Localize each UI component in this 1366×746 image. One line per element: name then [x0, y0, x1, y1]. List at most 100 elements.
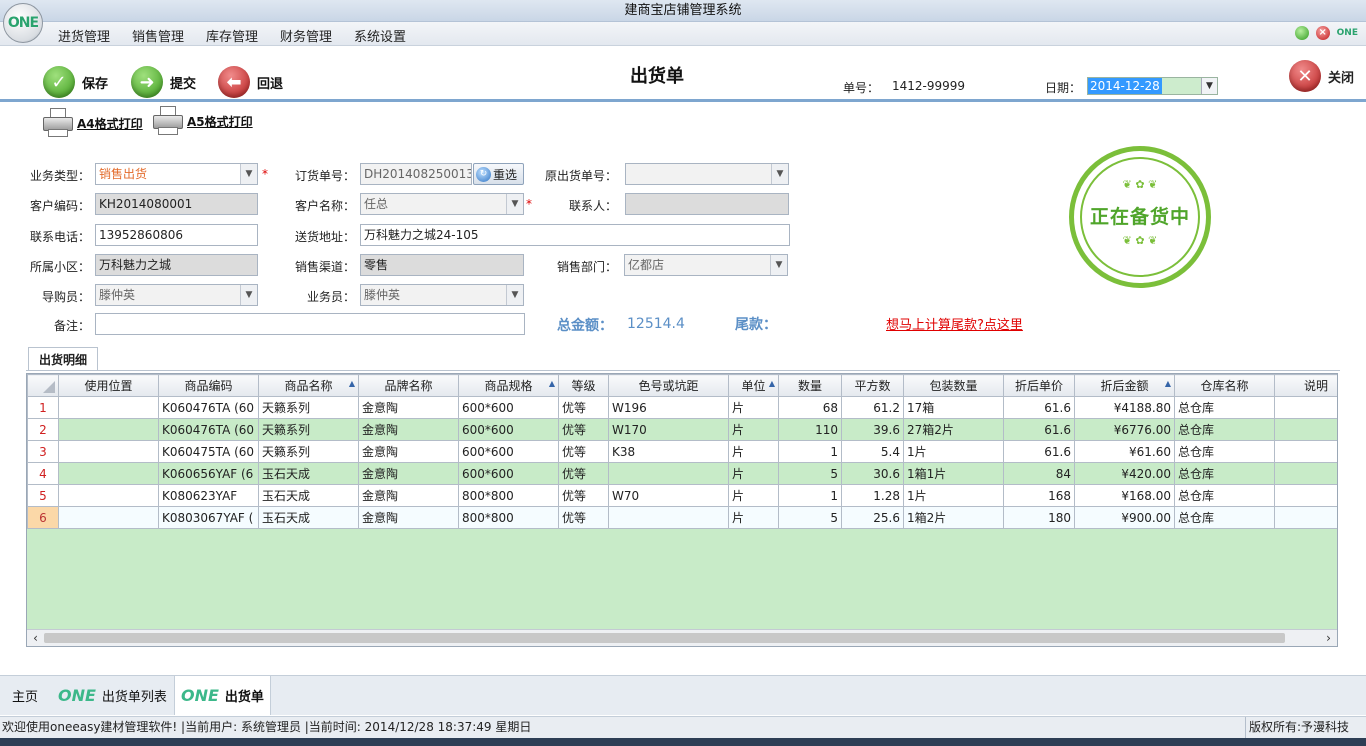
- phone-field[interactable]: 13952860806: [95, 224, 258, 246]
- tab-shipment-doc[interactable]: ONE 出货单: [174, 676, 271, 715]
- table-cell[interactable]: 5.4: [841, 440, 904, 463]
- table-cell[interactable]: 天籁系列: [258, 396, 359, 419]
- table-cell[interactable]: W170: [608, 418, 729, 441]
- table-cell[interactable]: 600*600: [458, 440, 559, 463]
- table-cell[interactable]: K38: [608, 440, 729, 463]
- column-header[interactable]: 等级: [558, 374, 609, 397]
- chevron-down-icon[interactable]: ▼: [240, 285, 257, 305]
- table-cell[interactable]: 600*600: [458, 396, 559, 419]
- table-cell[interactable]: W196: [608, 396, 729, 419]
- table-cell[interactable]: [58, 440, 159, 463]
- tab-shipment-list[interactable]: ONE 出货单列表: [58, 676, 167, 715]
- table-cell[interactable]: ¥168.00: [1074, 484, 1175, 507]
- print-a5-button[interactable]: A5格式打印: [152, 106, 253, 136]
- table-cell[interactable]: 68: [778, 396, 842, 419]
- scroll-left-icon[interactable]: ‹: [27, 630, 44, 646]
- table-cell[interactable]: [1274, 462, 1337, 485]
- table-cell[interactable]: [58, 396, 159, 419]
- table-cell[interactable]: [58, 484, 159, 507]
- table-cell[interactable]: W70: [608, 484, 729, 507]
- table-cell[interactable]: 110: [778, 418, 842, 441]
- table-cell[interactable]: 优等: [558, 484, 609, 507]
- table-cell[interactable]: 1箱2片: [903, 506, 1004, 529]
- table-cell[interactable]: 玉石天成: [258, 484, 359, 507]
- table-cell[interactable]: 优等: [558, 462, 609, 485]
- table-cell[interactable]: [608, 506, 729, 529]
- table-cell[interactable]: 天籁系列: [258, 440, 359, 463]
- table-cell[interactable]: 600*600: [458, 418, 559, 441]
- column-header[interactable]: 数量: [778, 374, 842, 397]
- table-cell[interactable]: [1274, 440, 1337, 463]
- contact-field[interactable]: [625, 193, 789, 215]
- table-cell[interactable]: 优等: [558, 418, 609, 441]
- table-cell[interactable]: [1274, 506, 1337, 529]
- table-cell[interactable]: 金意陶: [358, 440, 459, 463]
- table-row[interactable]: 1 K060476TA (60 天籁系列 金意陶 600*600 优等 W196 片 68 61.…: [27, 396, 1337, 419]
- column-header[interactable]: 仓库名称: [1174, 374, 1275, 397]
- chevron-down-icon[interactable]: ▼: [770, 255, 787, 275]
- chevron-down-icon[interactable]: ▼: [1201, 78, 1217, 94]
- channel-field[interactable]: 零售: [360, 254, 524, 276]
- table-cell[interactable]: ¥4188.80: [1074, 396, 1175, 419]
- table-cell[interactable]: 5: [778, 506, 842, 529]
- guide-select[interactable]: 滕仲英 ▼: [95, 284, 258, 306]
- table-cell[interactable]: 金意陶: [358, 484, 459, 507]
- community-field[interactable]: 万科魅力之城: [95, 254, 258, 276]
- table-cell[interactable]: 总仓库: [1174, 484, 1275, 507]
- calc-tail-link[interactable]: 想马上计算尾款?点这里: [886, 314, 1023, 333]
- order-no-field[interactable]: DH201408250013: [360, 163, 472, 185]
- menu-purchase[interactable]: 进货管理: [58, 26, 110, 45]
- chevron-down-icon[interactable]: ▼: [506, 194, 523, 214]
- select-all-corner[interactable]: [27, 374, 59, 397]
- column-header[interactable]: 单位 ▲: [728, 374, 779, 397]
- table-cell[interactable]: [1274, 418, 1337, 441]
- table-cell[interactable]: 1: [778, 484, 842, 507]
- column-header[interactable]: 说明: [1274, 374, 1337, 397]
- column-header[interactable]: 商品名称 ▲: [258, 374, 359, 397]
- table-cell[interactable]: 61.6: [1003, 396, 1075, 419]
- table-cell[interactable]: 1箱1片: [903, 462, 1004, 485]
- table-cell[interactable]: 总仓库: [1174, 506, 1275, 529]
- table-cell[interactable]: K0803067YAF (: [158, 506, 259, 529]
- table-cell[interactable]: 总仓库: [1174, 396, 1275, 419]
- table-cell[interactable]: 金意陶: [358, 418, 459, 441]
- table-cell[interactable]: K060656YAF (6: [158, 462, 259, 485]
- table-cell[interactable]: [58, 506, 159, 529]
- table-cell[interactable]: 总仓库: [1174, 462, 1275, 485]
- table-cell[interactable]: ¥61.60: [1074, 440, 1175, 463]
- table-cell[interactable]: 25.6: [841, 506, 904, 529]
- menu-inventory[interactable]: 库存管理: [206, 26, 258, 45]
- table-cell[interactable]: 39.6: [841, 418, 904, 441]
- table-cell[interactable]: 61.6: [1003, 418, 1075, 441]
- table-row[interactable]: 6 K0803067YAF (玉石天成 金意陶 800*800 优等 片 5 25.6 1箱2片…: [27, 506, 1337, 529]
- horizontal-scrollbar[interactable]: ‹ ›: [27, 629, 1337, 646]
- app-logo[interactable]: ONE: [3, 3, 43, 43]
- close-window-icon[interactable]: ×: [1315, 26, 1330, 40]
- chevron-down-icon[interactable]: ▼: [240, 164, 257, 184]
- table-cell[interactable]: 优等: [558, 440, 609, 463]
- cust-name-select[interactable]: 任总 ▼: [360, 193, 524, 215]
- reselect-button[interactable]: ↻ 重选: [473, 163, 524, 185]
- table-cell[interactable]: [608, 462, 729, 485]
- table-cell[interactable]: [58, 418, 159, 441]
- table-cell[interactable]: 1: [778, 440, 842, 463]
- table-cell[interactable]: 天籁系列: [258, 418, 359, 441]
- table-cell[interactable]: 金意陶: [358, 462, 459, 485]
- column-header[interactable]: 商品编码: [158, 374, 259, 397]
- column-header[interactable]: 折后单价: [1003, 374, 1075, 397]
- table-cell[interactable]: ¥900.00: [1074, 506, 1175, 529]
- table-cell[interactable]: 5: [778, 462, 842, 485]
- chevron-down-icon[interactable]: ▼: [771, 164, 788, 184]
- chevron-down-icon[interactable]: ▼: [506, 285, 523, 305]
- menu-finance[interactable]: 财务管理: [280, 26, 332, 45]
- column-header[interactable]: 色号或坑距: [608, 374, 729, 397]
- table-cell[interactable]: 17箱: [903, 396, 1004, 419]
- table-cell[interactable]: 优等: [558, 506, 609, 529]
- scroll-thumb[interactable]: [44, 633, 1285, 643]
- table-cell[interactable]: 优等: [558, 396, 609, 419]
- table-cell[interactable]: 总仓库: [1174, 440, 1275, 463]
- print-a4-button[interactable]: A4格式打印: [42, 108, 143, 138]
- table-cell[interactable]: 片: [728, 396, 779, 419]
- table-cell[interactable]: K060476TA (60: [158, 418, 259, 441]
- table-cell[interactable]: 片: [728, 440, 779, 463]
